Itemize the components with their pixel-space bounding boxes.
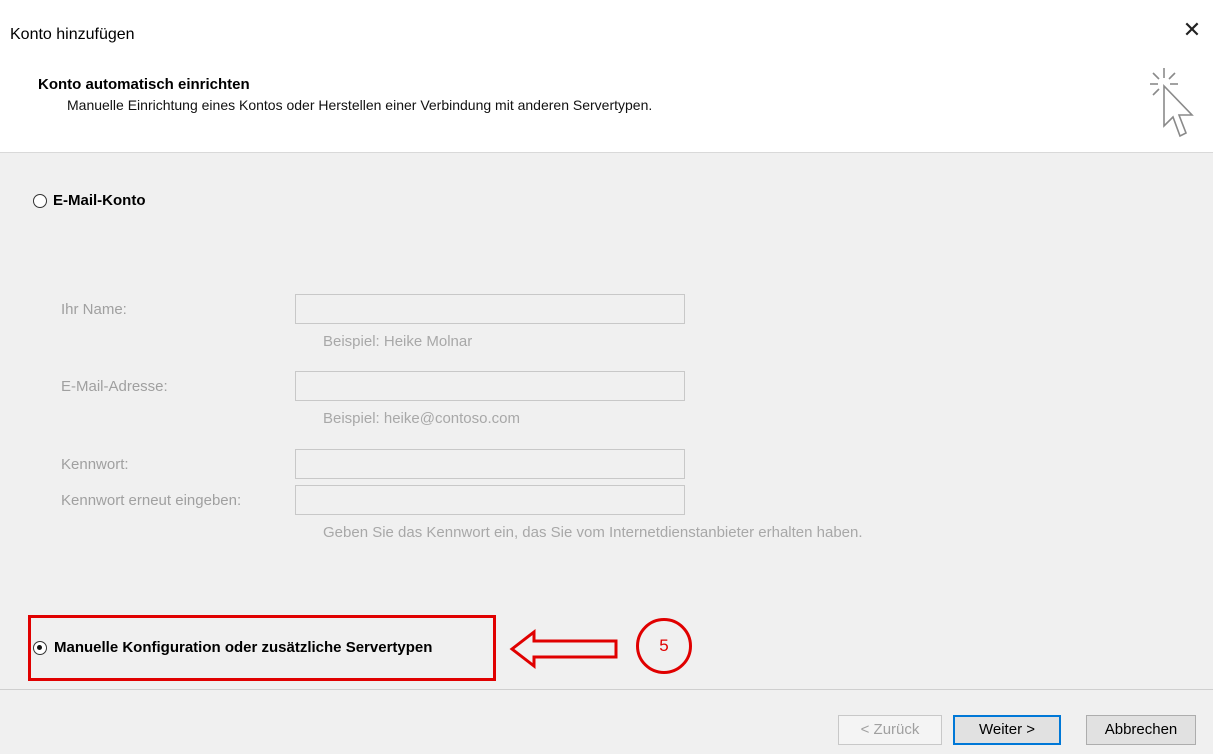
name-label: Ihr Name: — [61, 301, 127, 318]
cancel-button[interactable]: Abbrechen — [1086, 715, 1196, 745]
arrow-icon — [509, 628, 618, 670]
name-field[interactable] — [295, 294, 685, 324]
step-number-badge: 5 — [636, 618, 692, 674]
password-repeat-label: Kennwort erneut eingeben: — [61, 492, 242, 509]
password-hint: Geben Sie das Kennwort ein, das Sie vom … — [323, 524, 863, 541]
password-repeat-field[interactable] — [295, 485, 685, 515]
name-hint: Beispiel: Heike Molnar — [323, 333, 473, 350]
manual-config-label[interactable]: Manuelle Konfiguration oder zusätzliche … — [54, 639, 432, 656]
next-button[interactable]: Weiter > — [953, 715, 1061, 745]
email-field[interactable] — [295, 371, 685, 401]
window-title: Konto hinzufügen — [10, 26, 135, 43]
cursor-sparkle-icon — [1150, 68, 1194, 138]
header-subtitle: Manuelle Einrichtung eines Kontos oder H… — [67, 97, 653, 113]
email-hint: Beispiel: heike@contoso.com — [323, 410, 520, 427]
title-bar — [0, 0, 1213, 60]
header-title: Konto automatisch einrichten — [38, 76, 250, 93]
back-button[interactable]: < Zurück — [838, 715, 942, 745]
manual-config-radio[interactable] — [33, 641, 47, 655]
password-field[interactable] — [295, 449, 685, 479]
content-panel — [0, 153, 1213, 689]
email-account-radio[interactable] — [33, 194, 47, 208]
close-icon[interactable]: ✕ — [1180, 18, 1204, 42]
email-account-label[interactable]: E-Mail-Konto — [53, 192, 145, 209]
password-label: Kennwort: — [61, 456, 129, 473]
email-label: E-Mail-Adresse: — [61, 378, 168, 395]
